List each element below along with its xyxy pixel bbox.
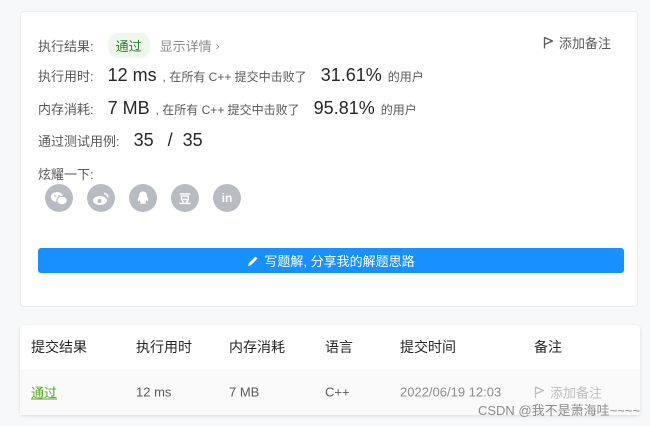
add-note-label: 添加备注 [558, 36, 611, 51]
result-row: 执行结果: 通过 显示详情 › [38, 33, 220, 58]
row-language: C++ [325, 384, 350, 400]
header-language: 语言 [325, 339, 353, 355]
write-solution-button[interactable]: 写题解, 分享我的解题思路 [38, 248, 624, 273]
testcases-separator: / [167, 130, 173, 150]
testcases-row: 通过测试用例: 35 / 35 [38, 130, 205, 151]
testcases-passed: 35 [133, 130, 154, 150]
write-solution-label: 写题解, 分享我的解题思路 [264, 254, 415, 269]
row-submit-time: 2022/06/19 12:03 [400, 384, 502, 400]
wechat-icon[interactable] [45, 184, 73, 212]
runtime-percent: 31.61% [320, 65, 382, 85]
memory-value: 7 MB [107, 98, 150, 118]
memory-suffix: 的用户 [380, 103, 417, 117]
memory-prefix: , 在所有 C++ 提交中击败了 [155, 103, 300, 117]
testcases-label: 通过测试用例: [38, 134, 120, 149]
memory-label: 内存消耗: [38, 102, 94, 117]
share-icons: 豆 in [45, 184, 241, 212]
row-runtime: 12 ms [136, 384, 172, 400]
runtime-label: 执行用时: [38, 69, 94, 84]
flag-icon [543, 36, 554, 49]
runtime-row: 执行用时: 12 ms , 在所有 C++ 提交中击败了 31.61% 的用户 [38, 65, 424, 86]
result-label: 执行结果: [38, 39, 94, 54]
header-note: 备注 [534, 339, 562, 355]
show-details-label: 显示详情 [159, 39, 212, 54]
flag-icon [534, 386, 545, 398]
row-add-note-button[interactable]: 添加备注 [534, 383, 602, 402]
douban-icon[interactable]: 豆 [171, 184, 199, 212]
qq-icon[interactable] [129, 184, 157, 212]
add-note-button[interactable]: 添加备注 [543, 33, 611, 52]
weibo-icon[interactable] [87, 184, 115, 212]
runtime-suffix: 的用户 [387, 70, 424, 84]
row-memory: 7 MB [229, 384, 260, 400]
testcases-total: 35 [182, 130, 203, 150]
header-runtime: 执行用时 [136, 339, 192, 355]
header-submit-time: 提交时间 [400, 339, 456, 355]
show-details-link[interactable]: 显示详情 › [160, 36, 220, 55]
header-memory: 内存消耗 [229, 339, 285, 355]
memory-percent: 95.81% [313, 98, 375, 118]
row-result-link[interactable]: 通过 [31, 383, 57, 402]
chevron-right-icon: › [215, 38, 220, 53]
runtime-prefix: , 在所有 C++ 提交中击败了 [162, 70, 307, 84]
submission-result-card: 执行结果: 通过 显示详情 › 添加备注 执行用时: 12 ms , 在所有 C… [20, 11, 638, 307]
table-header: 提交结果 执行用时 内存消耗 语言 提交时间 备注 [20, 325, 640, 369]
header-result: 提交结果 [31, 339, 87, 355]
row-add-note-label: 添加备注 [550, 385, 603, 401]
memory-row: 内存消耗: 7 MB , 在所有 C++ 提交中击败了 95.81% 的用户 [38, 98, 417, 119]
linkedin-icon[interactable]: in [213, 184, 241, 212]
pencil-icon [248, 256, 258, 266]
share-row: 炫耀一下: [38, 164, 94, 183]
share-label: 炫耀一下: [38, 167, 94, 182]
runtime-value: 12 ms [107, 65, 157, 85]
status-badge: 通过 [107, 33, 150, 58]
watermark: CSDN @我不是萧海哇~~~~ [477, 403, 640, 418]
